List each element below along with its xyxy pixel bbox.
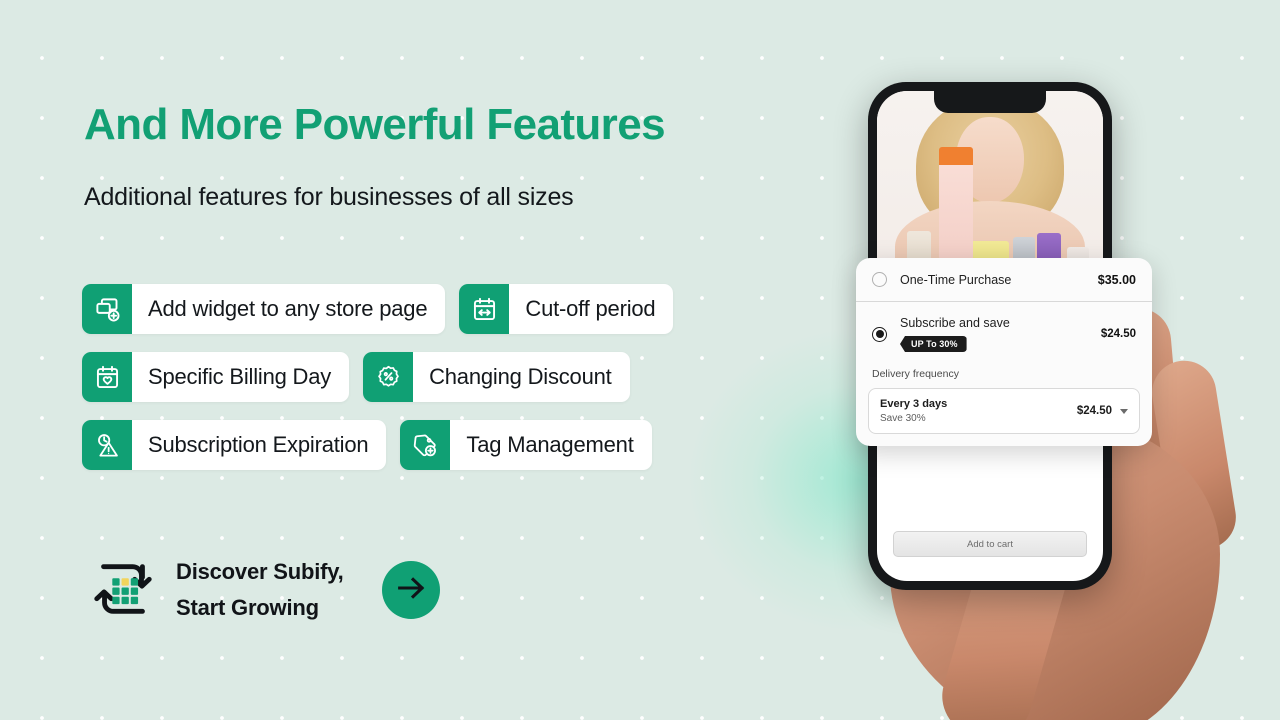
frequency-savings: Save 30% <box>880 413 926 424</box>
option-subscribe-and-save[interactable]: Subscribe and save UP To 30% $24.50 <box>856 302 1152 366</box>
feature-pill-add-widget[interactable]: Add widget to any store page <box>82 284 446 334</box>
cta-line-2: Start Growing <box>176 595 319 620</box>
frequency-title: Every 3 days <box>880 398 948 410</box>
option-label: One-Time Purchase <box>900 272 1012 287</box>
windows-plus-icon <box>82 284 132 334</box>
feature-pill-changing-discount[interactable]: Changing Discount <box>363 352 630 402</box>
option-one-time-purchase[interactable]: One-Time Purchase $35.00 <box>856 258 1152 302</box>
phone-mockup-area: Moisturizer $24.50 $35.00 Subscription Q… <box>780 0 1280 720</box>
calendar-heart-icon <box>82 352 132 402</box>
feature-pill-tag-management[interactable]: Tag Management <box>400 420 652 470</box>
feature-label: Subscription Expiration <box>148 432 369 457</box>
cta-arrow-button[interactable] <box>381 561 440 619</box>
feature-label: Tag Management <box>466 432 634 457</box>
calendar-arrows-icon <box>459 284 510 334</box>
left-content-column: And More Powerful Features Additional fe… <box>0 0 800 720</box>
chevron-down-icon[interactable] <box>1120 408 1128 414</box>
option-price: $35.00 <box>1097 272 1136 287</box>
feature-label: Add widget to any store page <box>148 296 428 321</box>
phone-notch <box>934 91 1046 113</box>
subscription-calendar-logo <box>88 554 158 626</box>
page-title: And More Powerful Features <box>84 100 666 149</box>
feature-pill-subscription-expiration[interactable]: Subscription Expiration <box>82 420 387 470</box>
radio-subscribe[interactable] <box>872 326 887 342</box>
frequency-text: Every 3 days Save 30% <box>880 398 1077 424</box>
serum-bottle <box>939 153 973 261</box>
feature-row: Subscription Expiration Tag Management <box>82 420 673 470</box>
page-subtitle: Additional features for businesses of al… <box>84 183 574 211</box>
feature-pill-specific-billing-day[interactable]: Specific Billing Day <box>82 352 350 402</box>
subscription-widget: One-Time Purchase $35.00 Subscribe and s… <box>856 258 1152 446</box>
serum-bottle-cap <box>939 147 973 165</box>
cta-line-1: Discover Subify, <box>176 559 344 585</box>
delivery-frequency-label: Delivery frequency <box>872 368 959 380</box>
feature-pill-list: Add widget to any store page Cut-off per… <box>82 284 674 488</box>
feature-row: Add widget to any store page Cut-off per… <box>82 284 674 334</box>
delivery-frequency-select[interactable]: Every 3 days Save 30% $24.50 <box>868 388 1140 434</box>
cta-text: Discover Subify, Start Growing <box>176 554 344 625</box>
add-to-cart-button[interactable]: Add to cart <box>893 531 1087 557</box>
feature-label: Cut-off period <box>525 296 656 321</box>
option-price: $24.50 <box>1100 328 1136 340</box>
tag-plus-icon <box>400 420 451 470</box>
option-body: Subscribe and save UP To 30% <box>887 316 1101 352</box>
radio-one-time[interactable] <box>872 272 887 287</box>
arrow-right-icon <box>394 571 428 610</box>
feature-row: Specific Billing Day Changing Discount <box>82 352 673 402</box>
cta-block: Discover Subify, Start Growing <box>88 554 440 626</box>
feature-label: Changing Discount <box>429 364 612 389</box>
percent-badge-icon <box>363 352 414 402</box>
option-label: Subscribe and save <box>900 316 1010 330</box>
clock-warning-icon <box>82 420 132 470</box>
discount-badge: UP To 30% <box>900 336 967 352</box>
feature-label: Specific Billing Day <box>148 364 332 389</box>
frequency-price: $24.50 <box>1076 405 1112 417</box>
product-photo <box>877 91 1103 277</box>
feature-pill-cut-off-period[interactable]: Cut-off period <box>459 284 674 334</box>
